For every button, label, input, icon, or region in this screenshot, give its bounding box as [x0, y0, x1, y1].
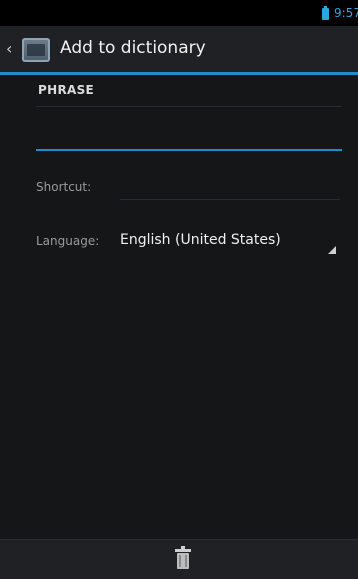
bottom-bar	[0, 539, 358, 579]
status-bar: 9:57	[0, 0, 358, 26]
status-time: 9:57	[334, 6, 358, 20]
page-title: Add to dictionary	[60, 38, 206, 58]
delete-button[interactable]	[172, 545, 194, 573]
chevron-left-icon[interactable]: ‹	[6, 39, 12, 58]
shortcut-label: Shortcut:	[36, 180, 92, 194]
phrase-label-divider	[36, 106, 342, 107]
bottom-bar-divider	[0, 539, 358, 540]
shortcut-input[interactable]	[120, 174, 344, 200]
language-selected-value: English (United States)	[120, 232, 281, 248]
language-label: Language:	[36, 234, 100, 248]
language-spinner[interactable]: English (United States)	[118, 226, 340, 256]
phrase-input[interactable]	[36, 122, 346, 150]
battery-icon	[322, 6, 329, 20]
dictionary-app-icon[interactable]	[22, 38, 50, 62]
phrase-label: PHRASE	[38, 83, 95, 97]
action-bar: ‹ Add to dictionary	[0, 26, 358, 74]
spinner-dropdown-icon	[328, 246, 336, 254]
shortcut-input-underline	[120, 199, 340, 200]
phrase-input-underline	[36, 149, 342, 151]
trash-icon	[172, 545, 194, 573]
